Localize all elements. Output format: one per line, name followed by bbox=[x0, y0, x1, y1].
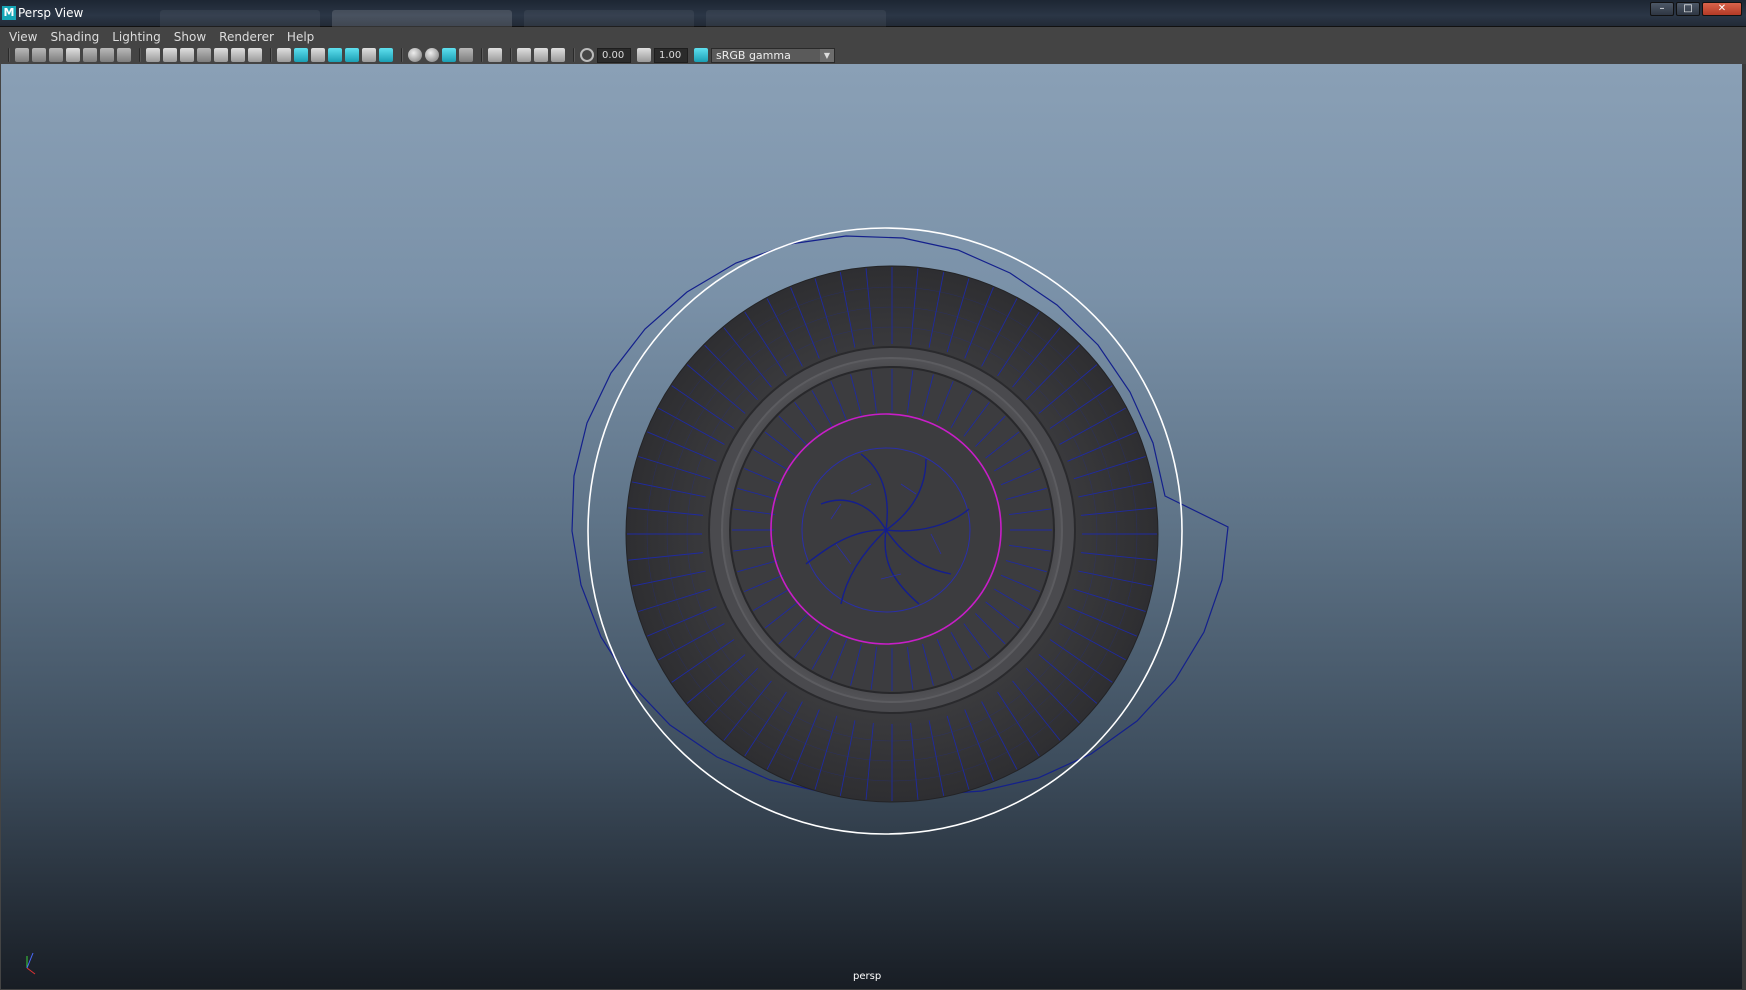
wireframe-on-shaded-icon[interactable] bbox=[328, 48, 342, 62]
background-tab bbox=[706, 10, 886, 27]
panel-right-border bbox=[1742, 64, 1746, 990]
shadows-icon[interactable] bbox=[379, 48, 393, 62]
xray-active-components-icon[interactable] bbox=[534, 48, 548, 62]
two-d-pan-zoom-icon[interactable] bbox=[100, 48, 114, 62]
menu-show[interactable]: Show bbox=[169, 30, 211, 44]
use-default-material-icon[interactable] bbox=[311, 48, 325, 62]
smooth-shade-icon[interactable] bbox=[294, 48, 308, 62]
image-plane-icon[interactable] bbox=[83, 48, 97, 62]
select-camera-icon[interactable] bbox=[15, 48, 29, 62]
exposure-field[interactable]: 0.00 bbox=[597, 47, 631, 63]
multisample-aa-icon[interactable] bbox=[442, 48, 456, 62]
viewport-scene bbox=[571, 227, 1229, 835]
window-title-bar: M Persp View – □ ✕ bbox=[0, 0, 1746, 27]
camera-bookmarks-icon[interactable] bbox=[49, 48, 63, 62]
menu-help[interactable]: Help bbox=[282, 30, 319, 44]
camera-name-label: persp bbox=[853, 971, 882, 982]
gamma-icon[interactable] bbox=[637, 48, 651, 62]
toolbar-divider bbox=[401, 48, 403, 62]
chevron-down-icon: ▼ bbox=[820, 48, 834, 62]
menu-renderer[interactable]: Renderer bbox=[214, 30, 279, 44]
isolate-select-icon[interactable] bbox=[488, 48, 502, 62]
xray-joints-icon[interactable] bbox=[551, 48, 565, 62]
safe-action-icon[interactable] bbox=[231, 48, 245, 62]
background-browser-tabs bbox=[160, 10, 886, 27]
background-tab bbox=[332, 10, 512, 27]
axis-gizmo bbox=[19, 950, 41, 976]
textured-icon[interactable] bbox=[345, 48, 359, 62]
wireframe-icon[interactable] bbox=[277, 48, 291, 62]
maximize-button[interactable]: □ bbox=[1676, 2, 1700, 16]
grease-pencil-icon[interactable] bbox=[117, 48, 131, 62]
field-chart-icon[interactable] bbox=[214, 48, 228, 62]
background-tab bbox=[160, 10, 320, 27]
color-management-icon[interactable] bbox=[694, 48, 708, 62]
color-space-dropdown[interactable]: sRGB gamma ▼ bbox=[711, 47, 835, 63]
menu-view[interactable]: View bbox=[4, 30, 42, 44]
maya-app-icon: M bbox=[2, 6, 16, 20]
close-button[interactable]: ✕ bbox=[1702, 2, 1742, 16]
motion-blur-icon[interactable] bbox=[425, 48, 439, 62]
toolbar-divider bbox=[8, 48, 10, 62]
window-title: Persp View bbox=[18, 6, 84, 20]
safe-title-icon[interactable] bbox=[248, 48, 262, 62]
panel-toolbar: 0.00 1.00 sRGB gamma ▼ bbox=[0, 46, 1746, 64]
gate-mask-icon[interactable] bbox=[197, 48, 211, 62]
exposure-icon[interactable] bbox=[580, 48, 594, 62]
grid-icon[interactable] bbox=[146, 48, 160, 62]
background-tab bbox=[524, 10, 694, 27]
menu-lighting[interactable]: Lighting bbox=[107, 30, 166, 44]
menu-shading[interactable]: Shading bbox=[45, 30, 104, 44]
screen-space-ao-icon[interactable] bbox=[408, 48, 422, 62]
panel-menu-bar: View Shading Lighting Show Renderer Help bbox=[0, 28, 1746, 46]
resolution-gate-icon[interactable] bbox=[180, 48, 194, 62]
use-all-lights-icon[interactable] bbox=[362, 48, 376, 62]
toolbar-divider bbox=[139, 48, 141, 62]
toolbar-divider bbox=[481, 48, 483, 62]
xray-icon[interactable] bbox=[517, 48, 531, 62]
toolbar-divider bbox=[510, 48, 512, 62]
toolbar-divider bbox=[573, 48, 575, 62]
gamma-field[interactable]: 1.00 bbox=[654, 47, 688, 63]
window-controls: – □ ✕ bbox=[1650, 2, 1742, 16]
color-space-value: sRGB gamma bbox=[716, 48, 791, 62]
minimize-button[interactable]: – bbox=[1650, 2, 1674, 16]
toolbar-divider bbox=[270, 48, 272, 62]
bookmark-icon[interactable] bbox=[66, 48, 80, 62]
depth-of-field-icon[interactable] bbox=[459, 48, 473, 62]
perspective-viewport[interactable]: persp bbox=[1, 64, 1745, 989]
camera-attributes-icon[interactable] bbox=[32, 48, 46, 62]
film-gate-icon[interactable] bbox=[163, 48, 177, 62]
